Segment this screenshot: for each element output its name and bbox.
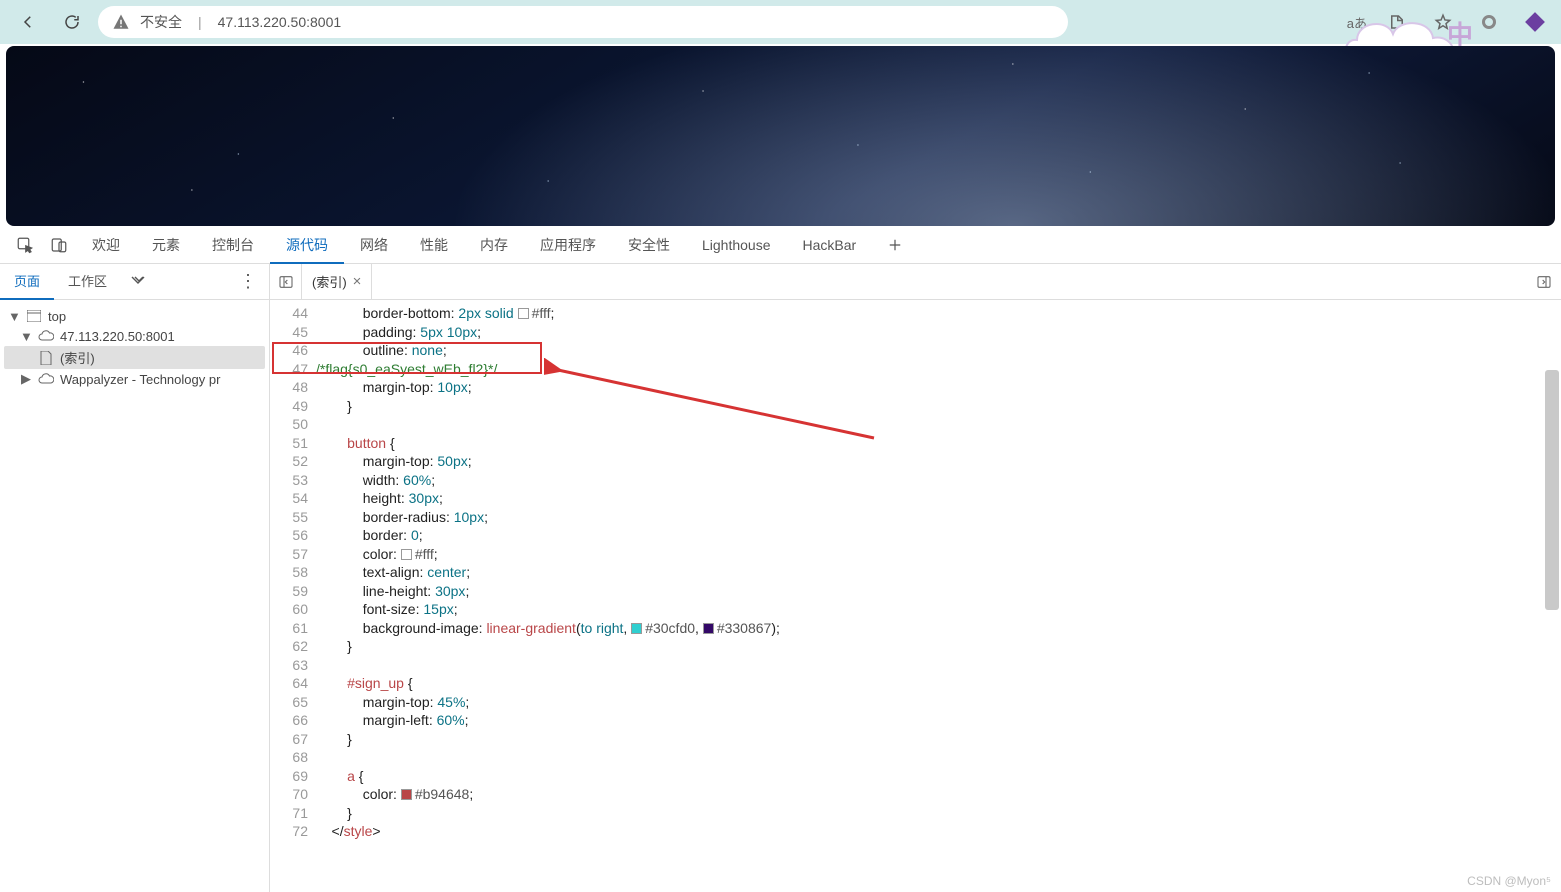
devtools-tab-9[interactable]: Lighthouse	[686, 226, 787, 264]
page-viewport[interactable]	[6, 46, 1555, 226]
sources-main: (索引) × 444546474849505152535455565758596…	[270, 264, 1561, 892]
not-secure-icon	[112, 13, 130, 31]
cloud-icon	[38, 328, 54, 344]
file-tree: ▼top ▼47.113.220.50:8001 (索引) ▶Wappalyze…	[0, 300, 269, 395]
devtools-body: 页面工作区 ⋮ ▼top ▼47.113.220.50:8001 (索引) ▶W…	[0, 264, 1561, 892]
favorite-button[interactable]	[1427, 6, 1459, 38]
file-icon	[38, 350, 54, 366]
toggle-sidebar-button[interactable]	[270, 264, 302, 300]
code-editor[interactable]: 4445464748495051525354555657585960616263…	[270, 300, 1561, 892]
code-content: border-bottom: 2px solid #fff; padding: …	[316, 300, 1561, 845]
tree-top-label: top	[48, 309, 66, 324]
devtools-tab-2[interactable]: 控制台	[196, 226, 270, 264]
watermark: CSDN @Myon⁵	[1467, 874, 1551, 888]
address-bar[interactable]: 不安全 | 47.113.220.50:8001	[98, 6, 1068, 38]
devtools-tabbar: 欢迎元素控制台源代码网络性能内存应用程序安全性LighthouseHackBar	[0, 226, 1561, 264]
record-icon[interactable]	[1473, 6, 1505, 38]
vertical-scrollbar[interactable]	[1545, 370, 1559, 610]
translate-indicator[interactable]: aあ	[1347, 13, 1367, 32]
devtools-tab-5[interactable]: 性能	[404, 226, 464, 264]
reload-button[interactable]	[54, 4, 90, 40]
tree-index-file[interactable]: (索引)	[4, 346, 265, 369]
devtools-tab-8[interactable]: 安全性	[612, 226, 686, 264]
toolbar-right: aあ	[1347, 6, 1551, 38]
sidebar-more-button[interactable]	[121, 274, 157, 289]
browser-toolbar: 不安全 | 47.113.220.50:8001 aあ 中 简	[0, 0, 1561, 44]
file-tab-index[interactable]: (索引) ×	[302, 264, 372, 300]
line-gutter: 4445464748495051525354555657585960616263…	[270, 300, 316, 845]
devtools-tab-10[interactable]: HackBar	[787, 226, 873, 264]
sidebar-tab-0[interactable]: 页面	[0, 264, 54, 300]
tree-host-label: 47.113.220.50:8001	[60, 329, 175, 344]
tree-top[interactable]: ▼top	[4, 306, 265, 326]
not-secure-label: 不安全	[140, 12, 182, 32]
devtools-tab-4[interactable]: 网络	[344, 226, 404, 264]
sidebar-menu-button[interactable]: ⋮	[227, 271, 269, 292]
devtools-tab-3[interactable]: 源代码	[270, 226, 344, 264]
window-icon	[26, 308, 42, 324]
tree-extension[interactable]: ▶Wappalyzer - Technology pr	[4, 369, 265, 389]
url-text: 47.113.220.50:8001	[218, 14, 342, 30]
inspect-element-button[interactable]	[8, 228, 42, 262]
toggle-right-pane-button[interactable]	[1527, 264, 1561, 300]
close-tab-button[interactable]: ×	[353, 273, 362, 290]
tree-index-label: (索引)	[60, 348, 95, 367]
back-button[interactable]	[10, 4, 46, 40]
separator: |	[198, 14, 202, 30]
devtools-tab-7[interactable]: 应用程序	[524, 226, 612, 264]
sidebar-tab-1[interactable]: 工作区	[54, 264, 121, 300]
devtools-tab-6[interactable]: 内存	[464, 226, 524, 264]
devtools-tab-0[interactable]: 欢迎	[76, 226, 136, 264]
tree-ext-label: Wappalyzer - Technology pr	[60, 372, 220, 387]
add-tab-button[interactable]	[878, 228, 912, 262]
file-tab-strip: (索引) ×	[270, 264, 1561, 300]
device-toolbar-button[interactable]	[42, 228, 76, 262]
tree-host[interactable]: ▼47.113.220.50:8001	[4, 326, 265, 346]
sources-sidebar: 页面工作区 ⋮ ▼top ▼47.113.220.50:8001 (索引) ▶W…	[0, 264, 270, 892]
extension-icon[interactable]	[1519, 6, 1551, 38]
cloud-icon	[38, 371, 54, 387]
read-aloud-button[interactable]	[1381, 6, 1413, 38]
devtools-tab-1[interactable]: 元素	[136, 226, 196, 264]
file-tab-label: (索引)	[312, 272, 347, 291]
sidebar-tabs: 页面工作区 ⋮	[0, 264, 269, 300]
